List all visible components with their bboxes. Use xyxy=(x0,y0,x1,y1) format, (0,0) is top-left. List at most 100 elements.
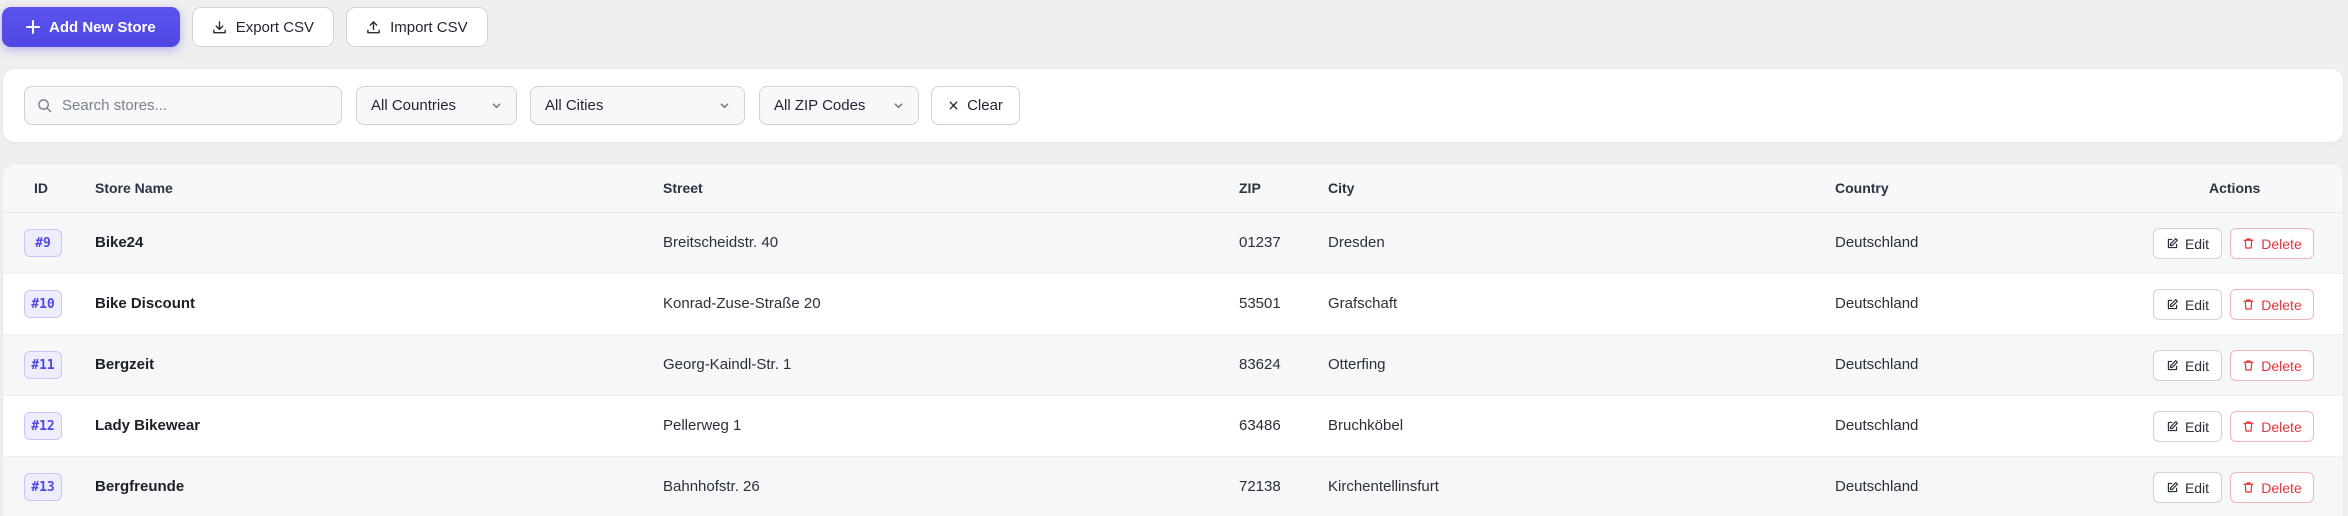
edit-icon xyxy=(2167,299,2178,310)
delete-label: Delete xyxy=(2261,479,2302,496)
trash-icon xyxy=(2243,482,2254,493)
store-country: Deutschland xyxy=(1835,417,1919,434)
delete-button[interactable]: Delete xyxy=(2230,411,2314,442)
store-country: Deutschland xyxy=(1835,295,1919,312)
delete-label: Delete xyxy=(2261,296,2302,313)
edit-icon xyxy=(2167,482,2178,493)
store-city: Otterfing xyxy=(1328,356,1386,373)
store-zip: 01237 xyxy=(1239,234,1281,251)
delete-label: Delete xyxy=(2261,235,2302,252)
store-country: Deutschland xyxy=(1835,478,1919,495)
edit-label: Edit xyxy=(2184,357,2210,374)
edit-label: Edit xyxy=(2184,479,2210,496)
clear-filters-label: Clear xyxy=(967,97,1003,114)
delete-button[interactable]: Delete xyxy=(2230,472,2314,503)
delete-button[interactable]: Delete xyxy=(2230,350,2314,381)
header-country: Country xyxy=(1835,180,1889,196)
trash-icon xyxy=(2243,299,2254,310)
store-name: Bike24 xyxy=(95,234,144,251)
chevron-down-icon xyxy=(894,103,903,109)
table-row: #11 Bergzeit Georg-Kaindl-Str. 1 83624 Otter… xyxy=(3,335,2343,396)
store-street: Bahnhofstr. 26 xyxy=(663,478,760,495)
city-select[interactable]: All Cities xyxy=(530,86,745,125)
filter-bar: All Countries All Cities All ZIP Codes C… xyxy=(3,69,2343,142)
edit-button[interactable]: Edit xyxy=(2153,289,2222,320)
store-id-badge: #9 xyxy=(24,229,62,257)
store-city: Grafschaft xyxy=(1328,295,1398,312)
store-zip: 83624 xyxy=(1239,356,1281,373)
trash-icon xyxy=(2243,421,2254,432)
edit-button[interactable]: Edit xyxy=(2153,472,2222,503)
store-street: Pellerweg 1 xyxy=(663,417,742,434)
store-zip: 63486 xyxy=(1239,417,1281,434)
country-select-value: All Countries xyxy=(371,97,457,114)
store-id-badge: #12 xyxy=(24,412,62,440)
store-id-badge: #13 xyxy=(24,473,62,501)
store-name: Bergfreunde xyxy=(95,478,185,495)
table-row: #10 Bike Discount Konrad-Zuse-Straße 20 535… xyxy=(3,274,2343,335)
clear-filters-button[interactable]: Clear xyxy=(931,86,1020,125)
header-id: ID xyxy=(34,180,48,196)
store-city: Kirchentellinsfurt xyxy=(1328,478,1439,495)
import-csv-label: Import CSV xyxy=(390,18,468,36)
header-actions: Actions xyxy=(2209,180,2261,196)
download-icon xyxy=(212,20,226,33)
trash-icon xyxy=(2243,360,2254,371)
edit-label: Edit xyxy=(2184,296,2210,313)
stores-table: ID Store Name Street ZIP City Country Ac… xyxy=(3,164,2343,516)
edit-button[interactable]: Edit xyxy=(2153,350,2222,381)
export-csv-label: Export CSV xyxy=(235,18,315,36)
export-csv-button[interactable]: Export CSV xyxy=(191,7,335,47)
table-row: #9 Bike24 Breitscheidstr. 40 01237 Dresden De… xyxy=(3,213,2343,274)
store-name: Bergzeit xyxy=(95,356,155,373)
store-street: Konrad-Zuse-Straße 20 xyxy=(663,295,821,312)
edit-icon xyxy=(2167,360,2178,371)
country-select[interactable]: All Countries xyxy=(356,86,517,125)
search-icon xyxy=(38,99,52,113)
plus-icon xyxy=(26,20,40,34)
store-city: Dresden xyxy=(1328,234,1385,251)
table-row: #13 Bergfreunde Bahnhofstr. 26 72138 Kirchen… xyxy=(3,457,2343,516)
trash-icon xyxy=(2243,238,2254,249)
store-city: Bruchköbel xyxy=(1328,417,1404,434)
edit-label: Edit xyxy=(2184,418,2210,435)
search-input[interactable] xyxy=(62,97,322,114)
delete-button[interactable]: Delete xyxy=(2230,289,2314,320)
add-store-label: Add New Store xyxy=(49,18,156,36)
delete-label: Delete xyxy=(2261,357,2302,374)
store-street: Georg-Kaindl-Str. 1 xyxy=(663,356,792,373)
edit-label: Edit xyxy=(2184,235,2210,252)
delete-button[interactable]: Delete xyxy=(2230,228,2314,259)
header-store-name: Store Name xyxy=(95,180,173,196)
chevron-down-icon xyxy=(720,103,729,109)
city-select-value: All Cities xyxy=(545,97,604,114)
add-store-button[interactable]: Add New Store xyxy=(2,7,180,47)
chevron-down-icon xyxy=(492,103,501,109)
import-csv-button[interactable]: Import CSV xyxy=(346,7,488,47)
store-zip: 53501 xyxy=(1239,295,1281,312)
edit-icon xyxy=(2167,421,2178,432)
store-name: Bike Discount xyxy=(95,295,196,312)
upload-icon xyxy=(367,20,380,33)
edit-icon xyxy=(2167,238,2178,249)
zip-select[interactable]: All ZIP Codes xyxy=(759,86,919,125)
close-icon xyxy=(949,101,958,110)
header-zip: ZIP xyxy=(1239,180,1261,196)
store-street: Breitscheidstr. 40 xyxy=(663,234,779,251)
search-field[interactable] xyxy=(24,86,342,125)
store-zip: 72138 xyxy=(1239,478,1281,495)
store-id-badge: #11 xyxy=(24,351,62,379)
header-city: City xyxy=(1328,180,1355,196)
table-row: #12 Lady Bikewear Pellerweg 1 63486 Bruchköb… xyxy=(3,396,2343,457)
table-header: ID Store Name Street ZIP City Country Ac… xyxy=(3,164,2343,213)
store-name: Lady Bikewear xyxy=(95,417,201,434)
delete-label: Delete xyxy=(2261,418,2302,435)
toolbar: Add New Store Export CSV Import CSV xyxy=(2,7,488,47)
store-id-badge: #10 xyxy=(24,290,62,318)
edit-button[interactable]: Edit xyxy=(2153,228,2222,259)
store-country: Deutschland xyxy=(1835,234,1919,251)
zip-select-value: All ZIP Codes xyxy=(774,97,866,114)
header-street: Street xyxy=(663,180,703,196)
edit-button[interactable]: Edit xyxy=(2153,411,2222,442)
store-country: Deutschland xyxy=(1835,356,1919,373)
